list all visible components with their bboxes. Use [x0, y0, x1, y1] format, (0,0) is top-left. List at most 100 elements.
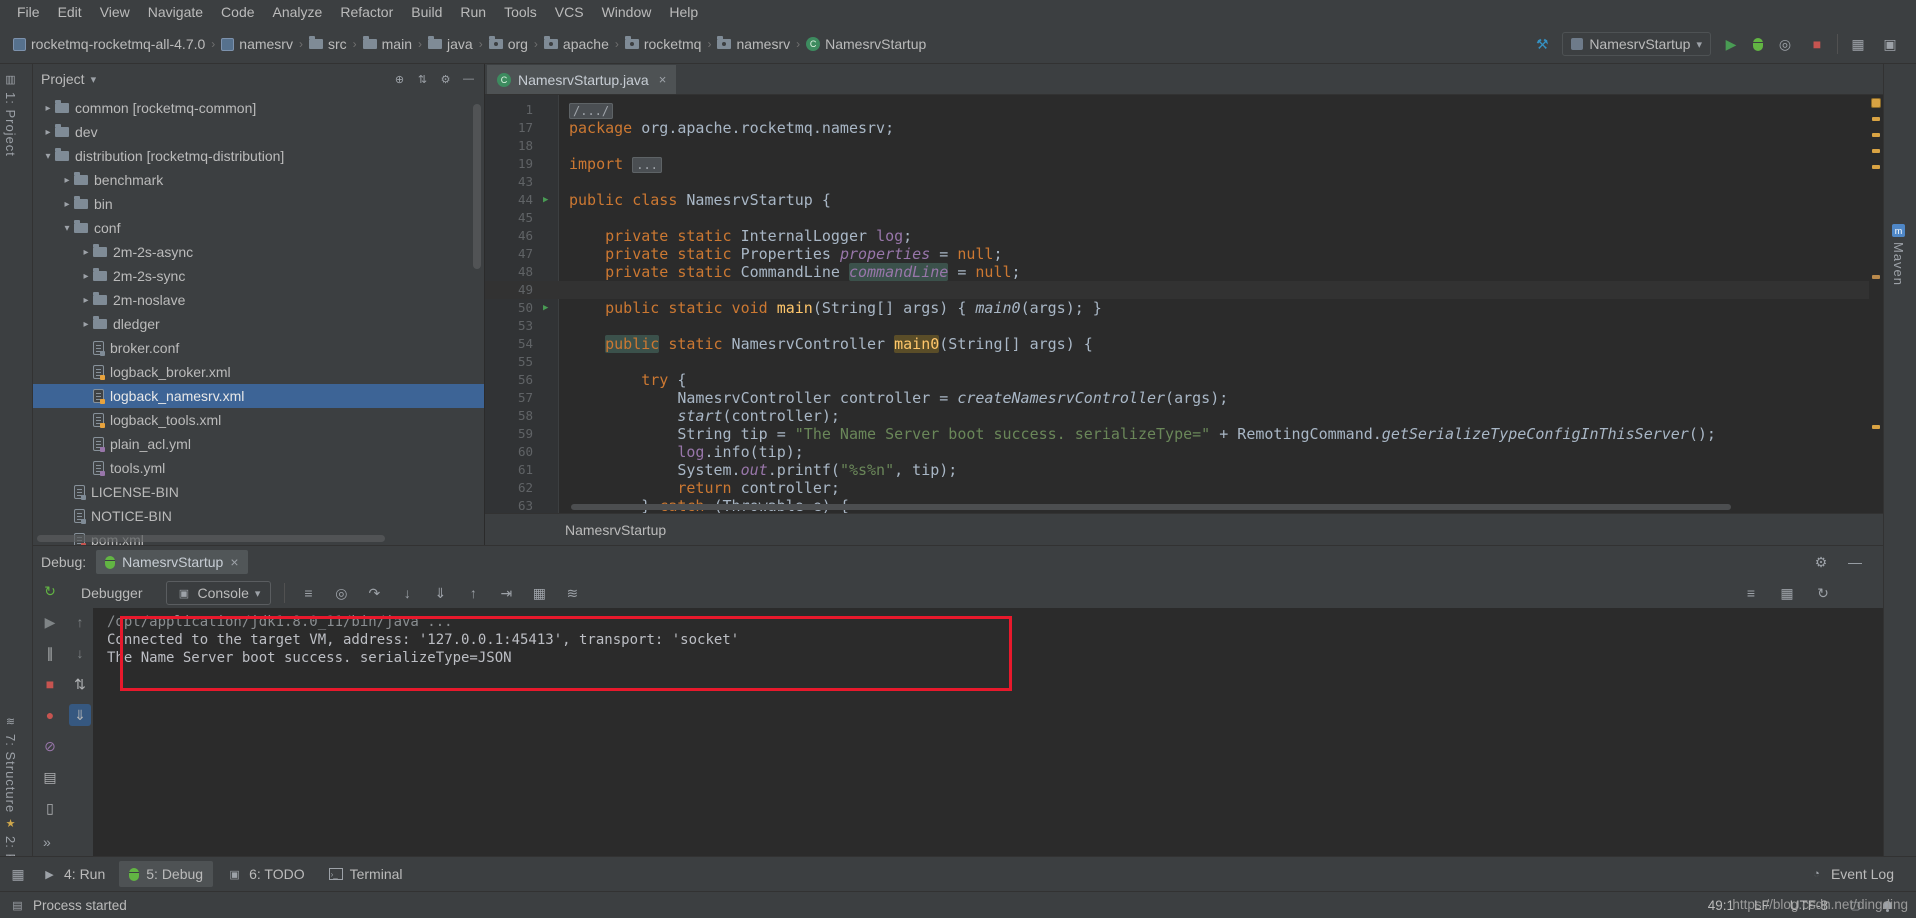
- trace-icon[interactable]: ≋: [562, 583, 582, 603]
- line-number[interactable]: 61: [485, 461, 533, 479]
- tool-window-button-4-run[interactable]: ▶4: Run: [32, 861, 115, 887]
- coverage-button[interactable]: ◎: [1775, 34, 1795, 54]
- menu-tools[interactable]: Tools: [495, 0, 546, 25]
- line-number[interactable]: 50: [485, 299, 533, 317]
- chevron-down-icon[interactable]: ▾: [91, 73, 97, 86]
- line-number[interactable]: 54: [485, 335, 533, 353]
- line-number[interactable]: 56: [485, 371, 533, 389]
- line-number[interactable]: 62: [485, 479, 533, 497]
- trash-icon[interactable]: ▯: [39, 797, 61, 819]
- line-number[interactable]: 58: [485, 407, 533, 425]
- build-hammer-icon[interactable]: ⚒: [1532, 34, 1552, 54]
- show-execution-point-icon[interactable]: ◎: [331, 583, 351, 603]
- stripe-mark-icon[interactable]: [1872, 149, 1880, 153]
- view-breakpoints-icon[interactable]: ●: [39, 704, 61, 726]
- line-number[interactable]: 43: [485, 173, 533, 191]
- stripe-mark-icon[interactable]: [1872, 275, 1880, 279]
- cycle-icon[interactable]: ↻: [1813, 583, 1833, 603]
- step-into-icon[interactable]: ↓: [397, 583, 417, 603]
- stripe-mark-icon[interactable]: [1872, 133, 1880, 137]
- tree-item-2m-2s-sync[interactable]: ▸2m-2s-sync: [33, 264, 484, 288]
- chevron-closed-icon[interactable]: ▸: [79, 319, 93, 330]
- tree-item-logback-tools-xml[interactable]: logback_tools.xml: [33, 408, 484, 432]
- menu-vcs[interactable]: VCS: [546, 0, 593, 25]
- hide-icon[interactable]: —: [461, 72, 476, 87]
- rerun-icon[interactable]: ↻: [39, 580, 61, 602]
- tree-item-license-bin[interactable]: LICENSE-BIN: [33, 480, 484, 504]
- crumb-main[interactable]: main: [360, 34, 415, 54]
- tool-window-button-terminal[interactable]: ›_Terminal: [319, 861, 413, 887]
- debug-session-tab[interactable]: NamesrvStartup ×: [96, 550, 247, 574]
- tree-item-dev[interactable]: ▸dev: [33, 120, 484, 144]
- line-number[interactable]: 48: [485, 263, 533, 281]
- menu-file[interactable]: File: [8, 0, 49, 25]
- pause-icon[interactable]: ∥: [39, 642, 61, 664]
- tree-item-distribution-rocketmq-distribution[interactable]: ▾distribution [rocketmq-distribution]: [33, 144, 484, 168]
- chevron-closed-icon[interactable]: ▸: [79, 295, 93, 306]
- gear-icon[interactable]: ⚙: [1811, 552, 1831, 572]
- tree-item-2m-2s-async[interactable]: ▸2m-2s-async: [33, 240, 484, 264]
- force-step-into-icon[interactable]: ⇓: [430, 583, 450, 603]
- crumb-src[interactable]: src: [306, 34, 350, 54]
- editor-horizontal-scrollbar[interactable]: [571, 504, 1731, 510]
- run-config-selector[interactable]: NamesrvStartup ▾: [1562, 32, 1711, 56]
- tree-item-logback-broker-xml[interactable]: logback_broker.xml: [33, 360, 484, 384]
- tree-item-notice-bin[interactable]: NOTICE-BIN: [33, 504, 484, 528]
- hide-icon[interactable]: —: [1845, 552, 1865, 572]
- menu-navigate[interactable]: Navigate: [139, 0, 212, 25]
- crumb-namesrv[interactable]: namesrv: [218, 34, 296, 54]
- step-over-icon[interactable]: ↷: [364, 583, 384, 603]
- crumb-rocketmq-rocketmq-all-4-7-0[interactable]: rocketmq-rocketmq-all-4.7.0: [10, 34, 208, 54]
- print-icon[interactable]: ▤: [39, 766, 61, 788]
- chevron-open-icon[interactable]: ▾: [41, 151, 55, 162]
- inspection-indicator-icon[interactable]: [1871, 98, 1881, 108]
- debug-view-tab-console[interactable]: ▣Console▾: [166, 581, 272, 605]
- menu-run[interactable]: Run: [451, 0, 495, 25]
- line-number[interactable]: 46: [485, 227, 533, 245]
- line-number[interactable]: 60: [485, 443, 533, 461]
- run-gutter-icon[interactable]: ▶: [543, 191, 548, 209]
- run-button[interactable]: ▶: [1721, 34, 1741, 54]
- run-to-cursor-icon[interactable]: ⇥: [496, 583, 516, 603]
- tree-item-tools-yml[interactable]: tools.yml: [33, 456, 484, 480]
- tool-window-button-6-todo[interactable]: ▣6: TODO: [217, 861, 315, 887]
- tree-item-bin[interactable]: ▸bin: [33, 192, 484, 216]
- tree-item-benchmark[interactable]: ▸benchmark: [33, 168, 484, 192]
- tree-item-dledger[interactable]: ▸dledger: [33, 312, 484, 336]
- menu-help[interactable]: Help: [660, 0, 707, 25]
- stripe-mark-icon[interactable]: [1872, 165, 1880, 169]
- menu-window[interactable]: Window: [593, 0, 661, 25]
- stripe-mark-icon[interactable]: [1872, 117, 1880, 121]
- close-icon[interactable]: ×: [230, 554, 238, 570]
- chevron-closed-icon[interactable]: ▸: [41, 103, 55, 114]
- stripe-mark-icon[interactable]: [1872, 425, 1880, 429]
- caret-position[interactable]: 49:1: [1708, 898, 1734, 913]
- tree-item-plain-acl-yml[interactable]: plain_acl.yml: [33, 432, 484, 456]
- settings-menu-icon[interactable]: ≡: [298, 583, 318, 603]
- tool-window-button-5-debug[interactable]: 5: Debug: [119, 861, 213, 887]
- line-number[interactable]: 44: [485, 191, 533, 209]
- line-number[interactable]: 17: [485, 119, 533, 137]
- windows-icon[interactable]: ▣: [1880, 34, 1900, 54]
- crumb-apache[interactable]: apache: [541, 34, 612, 54]
- tool-button-project[interactable]: ▥ 1: Project: [3, 72, 18, 157]
- line-number[interactable]: 63: [485, 497, 533, 513]
- debug-console[interactable]: /opt/application/jdk1.8.0_11/bin/java ..…: [93, 608, 1883, 856]
- project-vertical-scrollbar[interactable]: [473, 104, 481, 269]
- line-number[interactable]: 53: [485, 317, 533, 335]
- crumb-namesrv[interactable]: namesrv: [714, 34, 793, 54]
- line-number[interactable]: 45: [485, 209, 533, 227]
- chevron-closed-icon[interactable]: ▸: [41, 127, 55, 138]
- stop-button[interactable]: ■: [1807, 34, 1827, 54]
- resume-icon[interactable]: ▶: [39, 611, 61, 633]
- crumb-rocketmq[interactable]: rocketmq: [622, 34, 705, 54]
- frame-down-icon[interactable]: ↓: [69, 642, 91, 664]
- line-number[interactable]: 55: [485, 353, 533, 371]
- settings-icon[interactable]: ⚙: [438, 72, 453, 87]
- menu-edit[interactable]: Edit: [49, 0, 91, 25]
- frame-up-icon[interactable]: ↑: [69, 611, 91, 633]
- step-filter-icon[interactable]: ⇅: [69, 673, 91, 695]
- restore-layout-icon[interactable]: ▦: [1777, 583, 1797, 603]
- line-number[interactable]: 57: [485, 389, 533, 407]
- close-icon[interactable]: ×: [659, 72, 667, 87]
